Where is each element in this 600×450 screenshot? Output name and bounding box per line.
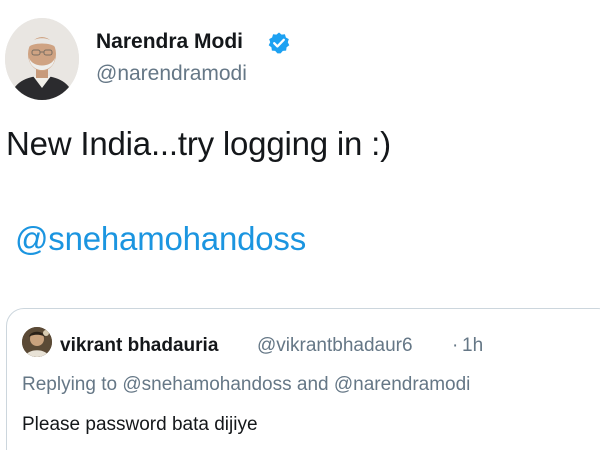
quoted-author-avatar-image xyxy=(22,327,52,357)
quoted-tweet-text: Please password bata dijiye xyxy=(22,414,258,435)
replying-to-line: Replying to @snehamohandoss and @narendr… xyxy=(22,374,471,395)
quoted-author-avatar[interactable] xyxy=(22,327,52,357)
tweet-page: Narendra Modi @narendramodi New India...… xyxy=(0,0,600,450)
verified-badge-icon xyxy=(267,31,291,55)
author-name[interactable]: Narendra Modi xyxy=(96,30,243,54)
author-avatar-image xyxy=(5,18,79,100)
author-avatar[interactable] xyxy=(5,18,79,100)
quoted-author-name[interactable]: vikrant bhadauria xyxy=(60,335,218,357)
author-handle[interactable]: @narendramodi xyxy=(96,62,247,86)
tweet-text: New India...try logging in :) xyxy=(6,125,391,162)
meta-separator: · xyxy=(452,335,459,356)
quoted-timestamp[interactable]: 1h xyxy=(462,335,483,357)
mention-link[interactable]: @snehamohandoss xyxy=(15,220,306,258)
quoted-author-handle[interactable]: @vikrantbhadaur6 xyxy=(257,335,413,357)
